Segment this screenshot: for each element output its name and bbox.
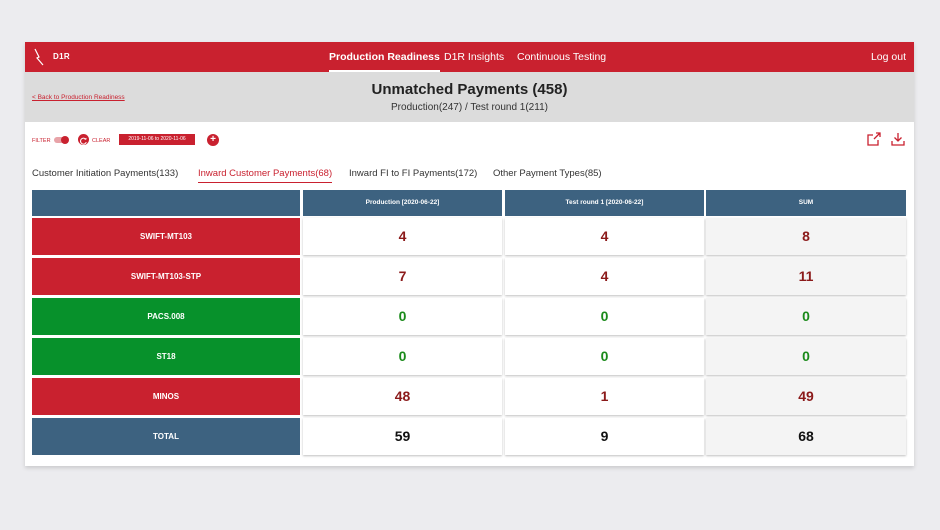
table-cell[interactable]: 49 [706,378,906,415]
table-cell[interactable]: 9 [505,418,704,455]
nav-continuous-testing[interactable]: Continuous Testing [517,42,606,72]
nav-production-readiness[interactable]: Production Readiness [329,42,440,72]
clear-button[interactable]: CLEAR [92,138,110,144]
row-label: TOTAL [32,418,300,455]
table-cell[interactable]: 0 [706,298,906,335]
top-navbar: D1R Production Readiness D1R Insights Co… [25,42,914,72]
toggle-knob [61,136,69,144]
row-label: PACS.008 [32,298,300,335]
table-cell[interactable]: 7 [303,258,502,295]
table-cell[interactable]: 1 [505,378,704,415]
table-cell[interactable]: 8 [706,218,906,255]
logo-icon [34,48,44,66]
table-cell[interactable]: 59 [303,418,502,455]
download-icon[interactable] [891,132,905,146]
tab-inward-fi-to-fi[interactable]: Inward FI to FI Payments(172) [349,168,477,182]
table-cell[interactable]: 0 [505,338,704,375]
table-header-sum: SUM [706,190,906,216]
row-label: SWIFT-MT103 [32,218,300,255]
tab-inward-customer[interactable]: Inward Customer Payments(68) [198,168,333,183]
tab-other-payment-types[interactable]: Other Payment Types(85) [493,168,602,182]
table-cell[interactable]: 0 [706,338,906,375]
app-window: D1R Production Readiness D1R Insights Co… [25,42,914,466]
table-cell[interactable]: 4 [303,218,502,255]
table-cell[interactable]: 4 [505,258,704,295]
row-label: ST18 [32,338,300,375]
table-cell[interactable]: 11 [706,258,906,295]
tab-customer-initiation[interactable]: Customer Initiation Payments(133) [32,168,178,182]
page-header: < Back to Production Readiness Unmatched… [25,72,914,122]
page-title: Unmatched Payments (458) [371,81,568,98]
date-range-field[interactable]: 2019-11-06 to 2020-11-06 [119,134,195,145]
filter-label: FILTER [32,138,51,144]
table-cell[interactable]: 4 [505,218,704,255]
refresh-icon[interactable] [78,134,89,145]
export-icon[interactable] [867,132,881,146]
page-subtitle: Production(247) / Test round 1(211) [391,102,548,113]
table-cell[interactable]: 0 [303,298,502,335]
logout-link[interactable]: Log out [871,42,906,72]
table-header-test-round: Test round 1 [2020-06-22] [505,190,704,216]
row-label: MINOS [32,378,300,415]
table-cell[interactable]: 48 [303,378,502,415]
row-label: SWIFT-MT103-STP [32,258,300,295]
table-header-production: Production [2020-06-22] [303,190,502,216]
table-cell[interactable]: 0 [505,298,704,335]
nav-d1r-insights[interactable]: D1R Insights [444,42,504,72]
logo-text: D1R [53,52,70,61]
table-cell[interactable]: 68 [706,418,906,455]
table-cell[interactable]: 0 [303,338,502,375]
add-filter-icon[interactable]: + [207,134,219,146]
filter-toggle[interactable] [54,136,69,144]
logo[interactable]: D1R [33,48,73,66]
table-header-corner [32,190,300,216]
